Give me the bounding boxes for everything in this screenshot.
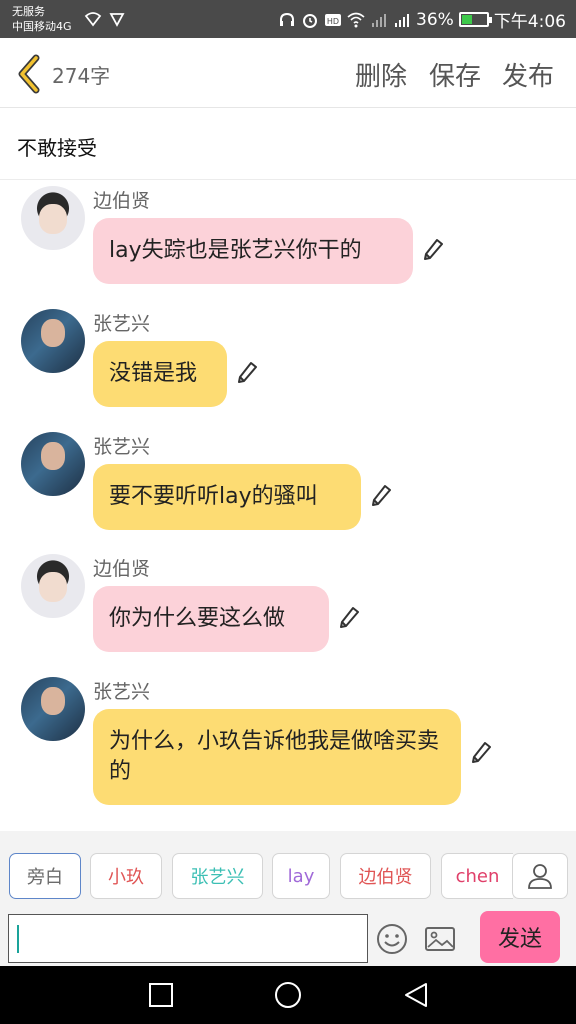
status-bar: 无服务 中国移动4G HD 36% 下午4:06: [0, 0, 576, 38]
message-bubble[interactable]: 你为什么要这么做: [93, 586, 329, 652]
role-chip-bianboxian[interactable]: 边伯贤: [340, 853, 431, 899]
role-chip-label: 边伯贤: [358, 867, 413, 888]
editor-header: 274字 删除 保存 发布: [0, 38, 576, 108]
message-input[interactable]: [8, 914, 368, 963]
sender-name: 张艺兴: [93, 436, 151, 458]
role-chip-zhangyixing[interactable]: 张艺兴: [172, 853, 263, 899]
svg-text:HD: HD: [327, 17, 339, 26]
role-chip-label: 张艺兴: [190, 867, 245, 888]
alarm-icon: [303, 13, 318, 28]
carrier-line-1: 无服务: [12, 5, 45, 18]
role-chip-narrator[interactable]: 旁白: [9, 853, 81, 899]
battery-percent: 36%: [416, 9, 454, 30]
message-bubble[interactable]: 为什么，小玖告诉他我是做啥买卖的: [93, 709, 461, 805]
person-icon: [528, 864, 552, 889]
sender-name: 张艺兴: [93, 681, 151, 703]
sender-name: 边伯贤: [93, 558, 151, 580]
edit-pencil-icon[interactable]: [338, 606, 360, 628]
delete-button[interactable]: 删除: [355, 56, 407, 93]
message-bubble[interactable]: lay失踪也是张艺兴你干的: [93, 218, 413, 284]
message-text: 没错是我: [109, 361, 198, 386]
headphones-icon: [280, 12, 295, 26]
text-caret: [17, 925, 19, 953]
carrier-line-2: 中国移动4G: [12, 20, 72, 33]
role-chip-label: chen: [455, 865, 500, 887]
send-button[interactable]: 发送: [480, 911, 560, 963]
sender-name: 张艺兴: [93, 313, 151, 335]
role-chip-label: 小玖: [108, 867, 144, 888]
role-chip-label: lay: [287, 865, 315, 887]
signal-icon: [395, 13, 410, 27]
home-icon[interactable]: [274, 981, 302, 1009]
emoji-icon[interactable]: [375, 922, 409, 956]
message-text: 你为什么要这么做: [109, 606, 286, 631]
system-nav-bar: [0, 966, 576, 1024]
wifi-signal-icon: [347, 12, 365, 27]
avatar[interactable]: [21, 186, 85, 250]
message-text: lay失踪也是张艺兴你干的: [109, 238, 362, 263]
avatar[interactable]: [21, 554, 85, 618]
wifi-icon: [84, 12, 102, 27]
edit-pencil-icon[interactable]: [236, 361, 258, 383]
avatar[interactable]: [21, 677, 85, 741]
avatar[interactable]: [21, 432, 85, 496]
composer-panel: 旁白 小玖 张艺兴 lay 边伯贤 chen 发送: [0, 831, 576, 966]
status-time: 下午4:06: [493, 12, 566, 32]
edit-pencil-icon[interactable]: [422, 238, 444, 260]
no-signal-icon: [372, 13, 387, 27]
char-count: 274字: [52, 64, 111, 88]
back-arrow-icon[interactable]: [14, 54, 44, 94]
carrier-info: 无服务 中国移动4G: [12, 4, 72, 34]
sender-name: 边伯贤: [93, 190, 151, 212]
status-right: HD 36% 下午4:06: [278, 7, 566, 32]
role-chip-xiaojiu[interactable]: 小玖: [90, 853, 162, 899]
image-icon[interactable]: [423, 922, 457, 956]
status-left-icons: [84, 10, 126, 28]
message-bubble[interactable]: 没错是我: [93, 341, 227, 407]
back-icon[interactable]: [402, 981, 430, 1009]
hd-icon: HD: [325, 13, 342, 26]
role-chip-lay[interactable]: lay: [272, 853, 330, 899]
story-title[interactable]: 不敢接受: [17, 132, 97, 161]
shield-icon: [109, 13, 125, 27]
battery-icon: [458, 12, 492, 27]
recents-icon[interactable]: [147, 981, 175, 1009]
story-title-row[interactable]: 不敢接受: [0, 108, 576, 180]
publish-button[interactable]: 发布: [502, 56, 554, 93]
save-button[interactable]: 保存: [429, 56, 481, 93]
role-chip-label: 旁白: [27, 867, 63, 888]
send-button-label: 发送: [497, 927, 542, 952]
edit-pencil-icon[interactable]: [370, 484, 392, 506]
role-chip-chen[interactable]: chen: [441, 853, 513, 899]
avatar[interactable]: [21, 309, 85, 373]
role-manage-button[interactable]: [512, 853, 568, 899]
edit-pencil-icon[interactable]: [470, 741, 492, 763]
message-bubble[interactable]: 要不要听听lay的骚叫: [93, 464, 361, 530]
message-text: 要不要听听lay的骚叫: [109, 484, 318, 509]
message-text: 为什么，小玖告诉他我是做啥买卖的: [109, 729, 440, 784]
